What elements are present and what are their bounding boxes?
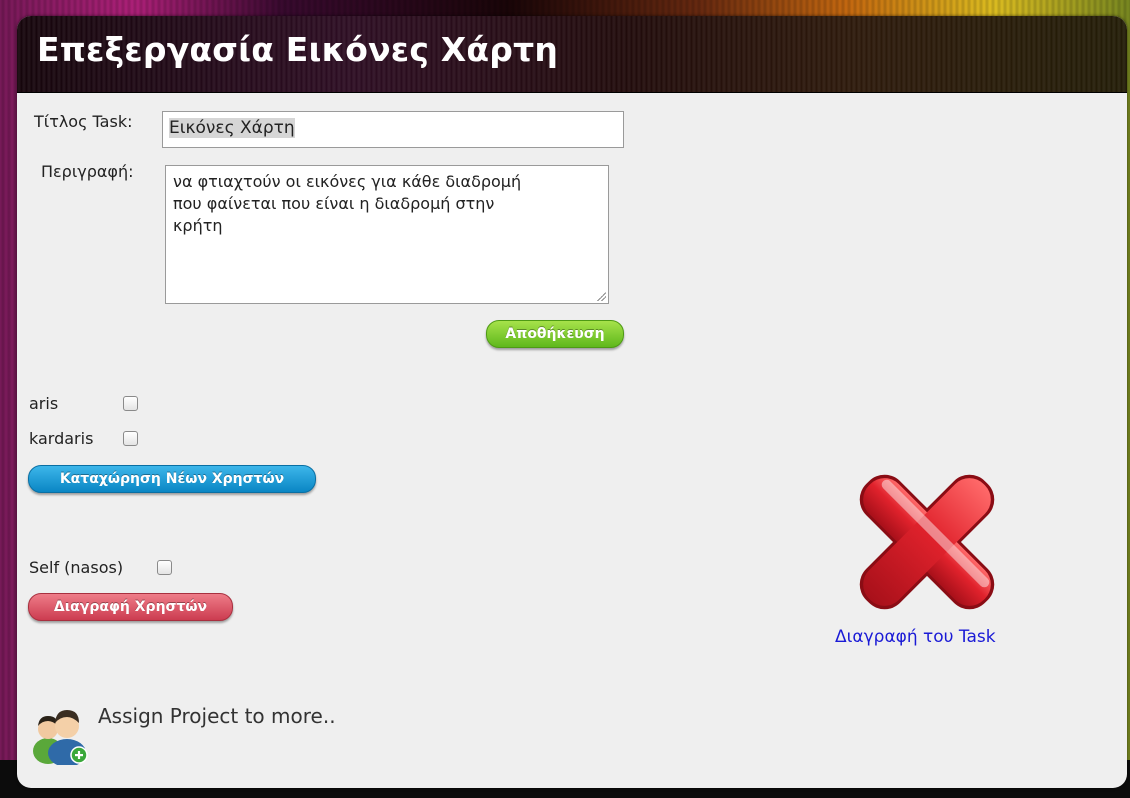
add-user-kardaris-checkbox[interactable] [123, 431, 138, 446]
resize-grip-icon[interactable] [596, 291, 606, 301]
remove-users-button[interactable]: Διαγραφή Χρηστών [28, 593, 233, 621]
remove-user-self-checkbox[interactable] [157, 560, 172, 575]
add-user-aris-label: aris [29, 394, 59, 413]
save-button[interactable]: Αποθήκευση [486, 320, 624, 348]
remove-user-self-label: Self (nasos) [29, 558, 124, 577]
delete-task-link[interactable]: Διαγραφή του Task [835, 627, 996, 647]
task-title-label: Τίτλος Task: [34, 112, 133, 131]
users-add-icon[interactable] [31, 699, 91, 765]
task-title-value: Εικόνες Χάρτη [169, 118, 295, 138]
description-label: Περιγραφή: [41, 162, 134, 181]
add-users-button[interactable]: Καταχώρηση Νέων Χρηστών [28, 465, 316, 493]
description-textarea[interactable]: να φτιαχτούν οι εικόνες για κάθε διαδρομ… [165, 165, 609, 304]
assign-project-link[interactable]: Assign Project to more.. [98, 704, 336, 728]
task-title-input[interactable]: Εικόνες Χάρτη [162, 111, 624, 148]
description-value: να φτιαχτούν οι εικόνες για κάθε διαδρομ… [173, 172, 522, 235]
edit-task-dialog: Επεξεργασία Εικόνες Χάρτη Τίτλος Task: Ε… [17, 16, 1127, 788]
dialog-titlebar: Επεξεργασία Εικόνες Χάρτη [17, 16, 1127, 93]
dialog-title: Επεξεργασία Εικόνες Χάρτη [37, 30, 559, 69]
red-x-icon[interactable] [835, 452, 1019, 632]
add-user-aris-checkbox[interactable] [123, 396, 138, 411]
add-user-kardaris-label: kardaris [29, 429, 94, 448]
